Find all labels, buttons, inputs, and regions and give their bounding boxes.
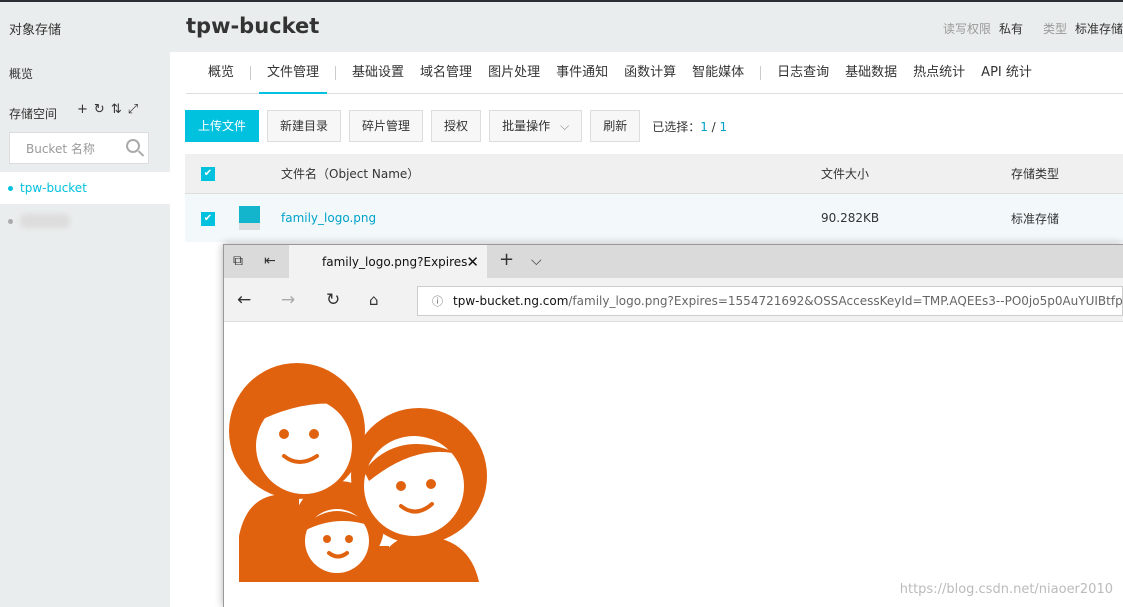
toolbar: 上传文件 新建目录 碎片管理 授权 批量操作 ⌵ 刷新 已选择：1 / 1 <box>185 110 727 142</box>
divider <box>250 65 252 80</box>
bucket-name: tpw-bucket <box>20 181 87 195</box>
reload-icon[interactable]: ↻ <box>326 290 340 310</box>
tab-hot-stats[interactable]: 热点统计 <box>905 52 973 94</box>
forward-icon[interactable]: → <box>281 290 295 310</box>
browser-window: ⧉ ⇤ family_logo.png?Expires ✕ + ⌵ ← → ↻ ⌂… <box>223 244 1123 607</box>
page-header: tpw-bucket 读写权限 私有 类型 标准存储 <box>170 2 1123 52</box>
row-checkbox[interactable]: ✔ <box>201 212 215 226</box>
sidebar: 对象存储 概览 存储空间 + ↻ ⇅ ⤢ Bucket 名称 tpw-bucke… <box>0 2 170 607</box>
acl-label: 读写权限 <box>942 22 991 36</box>
watermark: https://blog.csdn.net/niaoer2010 <box>899 582 1113 597</box>
selected-label: 已选择： <box>652 119 701 134</box>
storage-label: 存储空间 <box>9 107 58 121</box>
table-header: ✔ 文件名（Object Name） 文件大小 存储类型 <box>185 154 1123 194</box>
tab-image[interactable]: 图片处理 <box>480 52 548 94</box>
browser-tab[interactable]: family_logo.png?Expires ✕ <box>289 245 487 278</box>
search-placeholder: Bucket 名称 <box>26 141 95 156</box>
back-icon[interactable]: ← <box>237 290 251 310</box>
page-title: tpw-bucket <box>186 14 320 38</box>
file-size: 90.282KB <box>821 211 880 225</box>
refresh-button[interactable]: 刷新 <box>590 110 641 142</box>
sort-icon[interactable]: ⇅ <box>111 102 122 117</box>
sidebar-bucket-item[interactable]: tpw-bucket <box>0 172 170 204</box>
expand-icon[interactable]: ⤢ <box>128 102 138 117</box>
address-bar-row: ← → ↻ ⌂ ⓘ tpw-bucket. ng.com/family_logo.… <box>224 278 1123 322</box>
tab-events[interactable]: 事件通知 <box>548 52 616 94</box>
tab-basic-settings[interactable]: 基础设置 <box>344 52 412 94</box>
close-icon[interactable]: ✕ <box>466 253 479 271</box>
divider <box>335 65 337 80</box>
tab-bar: 概览 文件管理 基础设置 域名管理 图片处理 事件通知 函数计算 智能媒体 日志… <box>186 52 1123 94</box>
divider <box>760 65 762 80</box>
bullet-icon <box>8 185 13 191</box>
tab-basic-data[interactable]: 基础数据 <box>837 52 905 94</box>
file-name-link[interactable]: family_logo.png <box>281 194 376 242</box>
tab-file-management[interactable]: 文件管理 <box>259 52 328 94</box>
authorize-button[interactable]: 授权 <box>431 110 482 142</box>
tab-media[interactable]: 智能媒体 <box>684 52 752 94</box>
sidebar-bucket-item-blurred[interactable] <box>0 205 170 237</box>
tab-preview-icon[interactable]: ⧉ <box>233 253 243 269</box>
selected-count: 1 <box>700 119 708 134</box>
sidebar-title: 对象存储 <box>9 23 62 38</box>
type-label: 类型 <box>1042 22 1067 36</box>
batch-label: 批量操作 <box>502 119 551 133</box>
tab-api-stats[interactable]: API 统计 <box>973 52 1040 94</box>
type-value: 标准存储 <box>1074 22 1123 36</box>
plus-icon[interactable]: + <box>77 102 88 117</box>
new-tab-icon[interactable]: + <box>499 249 514 270</box>
batch-ops-button[interactable]: 批量操作 ⌵ <box>489 110 583 142</box>
total-count: 1 <box>719 119 728 134</box>
info-icon: ⓘ <box>432 295 443 308</box>
acl-value: 私有 <box>998 22 1023 36</box>
url-path: /family_logo.png?Expires=1554721692&OSSA… <box>568 294 1123 308</box>
col-size: 文件大小 <box>821 167 870 181</box>
tab-overview[interactable]: 概览 <box>200 52 242 94</box>
set-aside-tabs-icon[interactable]: ⇤ <box>264 253 276 269</box>
sidebar-item-overview[interactable]: 概览 <box>9 65 33 82</box>
browser-tab-strip: ⧉ ⇤ family_logo.png?Expires ✕ + ⌵ <box>224 245 1123 278</box>
url-host-end: ng.com <box>523 294 569 308</box>
new-dir-button[interactable]: 新建目录 <box>267 110 342 142</box>
tab-logs[interactable]: 日志查询 <box>769 52 837 94</box>
search-icon[interactable] <box>126 139 140 153</box>
upload-button[interactable]: 上传文件 <box>185 110 260 142</box>
url-host: tpw-bucket. <box>453 294 524 308</box>
chevron-down-icon[interactable]: ⌵ <box>531 253 542 269</box>
family-logo-image <box>229 346 487 582</box>
chevron-down-icon: ⌵ <box>560 119 570 133</box>
col-name: 文件名（Object Name） <box>281 167 420 181</box>
image-file-icon <box>239 206 260 230</box>
select-all-checkbox[interactable]: ✔ <box>201 167 215 181</box>
bucket-search-input[interactable]: Bucket 名称 <box>9 132 149 164</box>
table-row[interactable]: ✔ family_logo.png 90.282KB 标准存储 <box>185 194 1123 242</box>
fragments-button[interactable]: 碎片管理 <box>349 110 424 142</box>
tab-functions[interactable]: 函数计算 <box>616 52 684 94</box>
url-input[interactable]: ⓘ tpw-bucket. ng.com/family_logo.png?Expi… <box>417 286 1123 316</box>
bullet-icon <box>8 218 13 224</box>
refresh-icon[interactable]: ↻ <box>94 102 105 117</box>
storage-type: 标准存储 <box>1011 211 1060 226</box>
tab-title: family_logo.png?Expires <box>322 254 468 269</box>
blurred-name <box>20 214 70 228</box>
home-icon[interactable]: ⌂ <box>369 291 379 309</box>
tab-domain[interactable]: 域名管理 <box>412 52 480 94</box>
selection-count: 已选择：1 / 1 <box>652 119 728 134</box>
col-type: 存储类型 <box>1011 167 1060 181</box>
